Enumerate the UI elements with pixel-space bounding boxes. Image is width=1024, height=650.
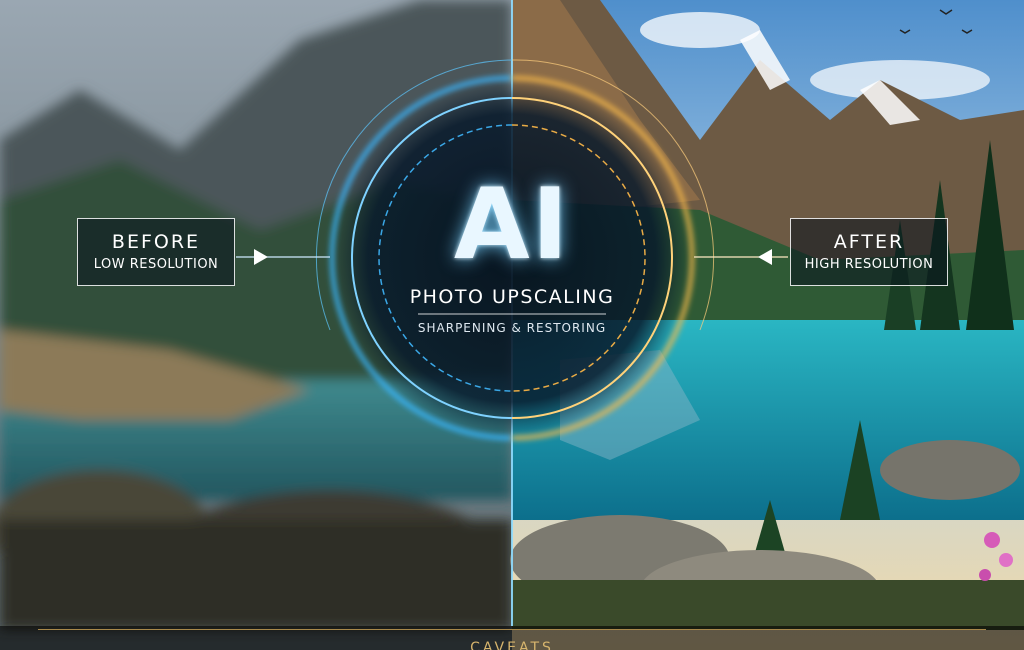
- footer-label: CAVEATS: [470, 640, 554, 650]
- hero-banner: BEFORE LOW RESOLUTION AFTER HIGH RESOLUT…: [0, 0, 1024, 650]
- ai-tagline: SHARPENING & RESTORING: [417, 321, 607, 335]
- footer-divider: [38, 629, 986, 630]
- ai-subtitle: PHOTO UPSCALING: [409, 286, 615, 308]
- ai-title: AI: [453, 168, 571, 282]
